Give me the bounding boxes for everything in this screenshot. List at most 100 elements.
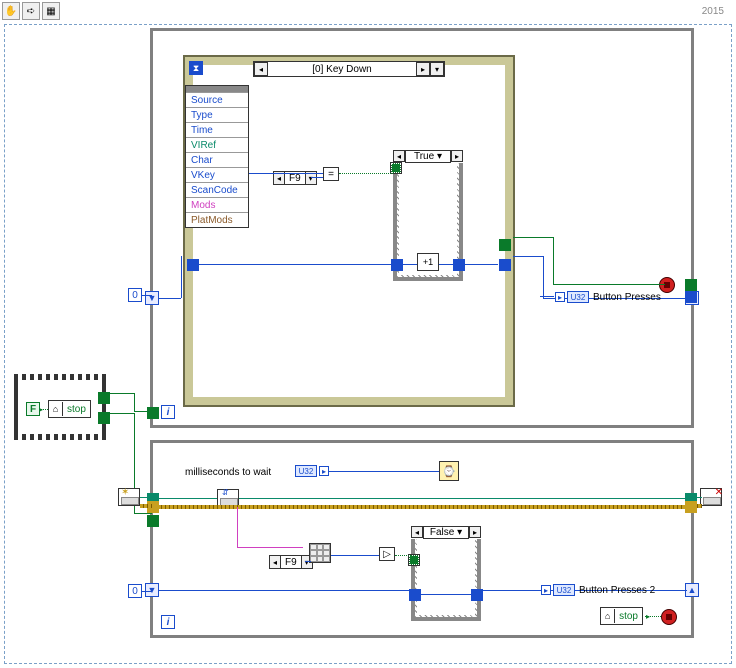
wire-ind-top (540, 296, 554, 297)
keyboard-init-node[interactable]: ✶ (118, 488, 140, 506)
year-label: 2015 (702, 6, 724, 17)
wire-kb-data-v (237, 507, 238, 547)
house-icon: ⌂ (49, 402, 63, 416)
tunnel-stop-top (685, 279, 697, 291)
wire-gt-case (395, 555, 411, 556)
wire-bool-h1 (513, 237, 553, 238)
event-row-mods: Mods (186, 197, 248, 212)
event-row-viref: VIRef (186, 137, 248, 152)
event-prev-button[interactable]: ◂ (254, 62, 268, 76)
event-next-button[interactable]: ▸ (416, 62, 430, 76)
button-presses-2-label: Button Presses 2 (579, 585, 655, 596)
wire-event-sr-left (195, 264, 393, 265)
arrow-tool-button[interactable]: ➪ (22, 2, 40, 20)
wire-error (150, 505, 690, 509)
ms-wait-label: milliseconds to wait (185, 467, 271, 478)
local-stop-label: stop (63, 404, 90, 415)
case-selector-bottom[interactable]: ◂ False ▾ ▸ (411, 525, 481, 539)
event-row-type: Type (186, 107, 248, 122)
event-data-node[interactable]: Source Type Time VIRef Char VKey ScanCod… (185, 85, 249, 228)
case-next-bottom[interactable]: ▸ (469, 526, 481, 538)
while-loop-bottom[interactable]: i milliseconds to wait U32 ▸ ⌚ ⇵ ◂ F9 ▾ … (150, 440, 694, 638)
tunnel-bool-in-top (147, 407, 159, 419)
wire-kb-thru (239, 498, 687, 499)
case-selector-top[interactable]: ◂ True ▾ ▸ (393, 149, 463, 163)
local-stop-label-bottom: stop (615, 611, 642, 622)
case-label-top: True ▾ (405, 150, 451, 163)
wire-f-local (40, 409, 48, 410)
icon-tool-button[interactable]: ▦ (42, 2, 60, 20)
button-presses-label: Button Presses (593, 292, 661, 303)
case-structure-bottom[interactable]: ◂ False ▾ ▸ (411, 525, 481, 621)
wire-inc-case-out (439, 264, 457, 265)
wire-bool-v (553, 237, 554, 285)
shift-register-left-top[interactable]: ▼ (145, 291, 159, 305)
button-presses-indicator[interactable]: ▸ U32 Button Presses (555, 290, 661, 304)
case-next-top[interactable]: ▸ (451, 150, 463, 162)
button-presses-2-indicator[interactable]: ▸ U32 Button Presses 2 (541, 583, 655, 597)
event-row-source: Source (186, 92, 248, 107)
wire-vkey-equal (249, 173, 323, 174)
greater-than-node[interactable]: ▷ (379, 547, 395, 561)
wait-ms-node[interactable]: ⌚ (439, 461, 459, 481)
event-case-label: [0] Key Down (268, 64, 416, 75)
wire-sr-bottom-left (159, 590, 411, 591)
shift-register-left-bottom[interactable]: ▼ (145, 583, 159, 597)
stop-terminal-bottom[interactable] (661, 609, 677, 625)
while-loop-top[interactable]: ▼ ▲ i ⧗ ◂ [0] Key Down ▸ ▾ Source Type T… (150, 28, 694, 428)
local-variable-stop[interactable]: ▸ ⌂ stop (48, 400, 91, 418)
event-dropdown-button[interactable]: ▾ (430, 62, 444, 76)
wire-zero-bottom (142, 591, 152, 592)
index-array-node[interactable] (309, 543, 331, 563)
wire-bool-stop (553, 284, 665, 285)
ms-wait-control[interactable]: U32 ▸ (293, 464, 329, 478)
event-row-vkey: VKey (186, 167, 248, 182)
flat-sequence[interactable]: F ▸ ⌂ stop (14, 374, 106, 440)
wire-srl-event-v (181, 256, 182, 298)
wire-seq-top (134, 411, 152, 412)
zero-constant-top[interactable]: 0 (128, 288, 142, 302)
case-selector-terminal-top (391, 163, 401, 173)
wire-zero-top (142, 295, 152, 296)
case-structure-top[interactable]: ◂ True ▾ ▸ +1 (393, 149, 463, 281)
hand-tool-button[interactable]: ✋ (2, 2, 20, 20)
case-tunnel-out-top (453, 259, 465, 271)
shift-register-right-bottom[interactable]: ▲ (685, 583, 699, 597)
false-constant[interactable]: F (26, 402, 40, 416)
stop-terminal-top[interactable] (659, 277, 675, 293)
wire-ms-wait (329, 471, 439, 472)
wire-idx-gt (331, 555, 379, 556)
wire-seq-bottom (134, 513, 152, 514)
event-structure[interactable]: ⧗ ◂ [0] Key Down ▸ ▾ Source Type Time VI… (185, 57, 513, 405)
case-prev-top[interactable]: ◂ (393, 150, 405, 162)
local-variable-stop-bottom[interactable]: ⌂ stop ▸ (600, 607, 643, 625)
equal-node[interactable]: = (323, 167, 339, 181)
event-row-platmods: PlatMods (186, 212, 248, 227)
wire-sr-ind (533, 590, 541, 591)
f9-constant-bottom[interactable]: ◂ F9 ▾ (269, 555, 313, 569)
wire-kb-init (140, 497, 152, 498)
case-prev-bottom[interactable]: ◂ (411, 526, 423, 538)
event-row-scancode: ScanCode (186, 182, 248, 197)
wire-kb-in (155, 498, 217, 499)
wire-err-init (140, 504, 152, 508)
wire-event-right-h (513, 256, 543, 257)
wire-case-in-inc (399, 264, 417, 265)
u32-box-2: U32 (553, 584, 575, 596)
wire-event-sr-right (463, 264, 498, 265)
event-tunnel-out (499, 259, 511, 271)
house-icon-bottom: ⌂ (601, 609, 615, 623)
zero-constant-bottom[interactable]: 0 (128, 584, 142, 598)
increment-node[interactable]: +1 (417, 253, 439, 271)
event-row-time: Time (186, 122, 248, 137)
wire-seq-up-v (134, 393, 135, 411)
wire-kb-data-h (237, 547, 303, 548)
event-tunnel-in (187, 259, 199, 271)
wire-kb-close-in (694, 497, 702, 498)
tunnel-out-indicator (685, 291, 697, 303)
tunnel-bool-in-bottom (147, 515, 159, 527)
keyboard-close-node[interactable]: ✕ (700, 488, 722, 506)
wire-err-close (694, 504, 702, 508)
event-case-selector[interactable]: ◂ [0] Key Down ▸ ▾ (253, 61, 445, 77)
iteration-terminal-bottom: i (161, 615, 175, 629)
